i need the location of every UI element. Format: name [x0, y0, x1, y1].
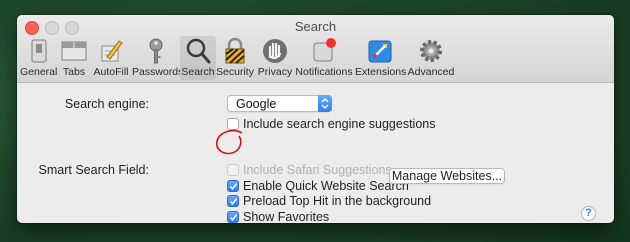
- tab-security[interactable]: Security: [216, 36, 254, 80]
- autofill-pencil-icon: [101, 40, 123, 62]
- checkmark-icon: [229, 198, 238, 206]
- general-switch-icon: [31, 39, 46, 63]
- tab-general[interactable]: General: [20, 36, 57, 80]
- tabs-icon: [61, 41, 87, 61]
- notifications-icon: [313, 38, 336, 62]
- help-button[interactable]: ?: [581, 206, 596, 221]
- tab-privacy[interactable]: Privacy: [257, 36, 293, 80]
- hand-icon: [263, 39, 287, 63]
- smart-search-field-label: Smart Search Field:: [38, 163, 149, 177]
- preferences-toolbar: Search General Tabs AutoFill Passwords S…: [17, 15, 614, 83]
- checkbox-box[interactable]: [227, 164, 239, 176]
- search-engine-label: Search engine:: [64, 97, 149, 111]
- safari-preferences-window: Search General Tabs AutoFill Passwords S…: [17, 15, 614, 223]
- tab-extensions[interactable]: Extensions: [355, 36, 406, 80]
- magnifier-icon: [186, 38, 211, 64]
- tab-passwords[interactable]: Passwords: [132, 36, 183, 80]
- checkbox-box[interactable]: [227, 211, 239, 223]
- tab-advanced[interactable]: Advanced: [407, 36, 455, 80]
- search-preferences-pane: Search engine: Google Include search eng…: [17, 83, 614, 223]
- search-engine-value: Google: [236, 97, 277, 111]
- updown-chevron-icon: [318, 95, 332, 112]
- tab-autofill[interactable]: AutoFill: [91, 36, 131, 80]
- red-circle-annotation: [215, 129, 243, 155]
- extensions-icon: [368, 40, 392, 63]
- checkbox-box[interactable]: [227, 195, 239, 207]
- checkmark-icon: [229, 214, 238, 222]
- checkmark-icon: [229, 183, 238, 191]
- checkbox-box[interactable]: [227, 180, 239, 192]
- manage-websites-button[interactable]: Manage Websites...: [389, 168, 505, 184]
- gear-icon: [420, 40, 442, 62]
- lock-icon: [225, 37, 245, 64]
- tab-search[interactable]: Search: [180, 36, 216, 80]
- tab-notifications[interactable]: Notifications: [295, 36, 353, 80]
- search-engine-select[interactable]: Google: [227, 95, 332, 112]
- window-title: Search: [294, 19, 337, 34]
- tab-tabs[interactable]: Tabs: [59, 36, 89, 80]
- key-icon: [149, 38, 163, 64]
